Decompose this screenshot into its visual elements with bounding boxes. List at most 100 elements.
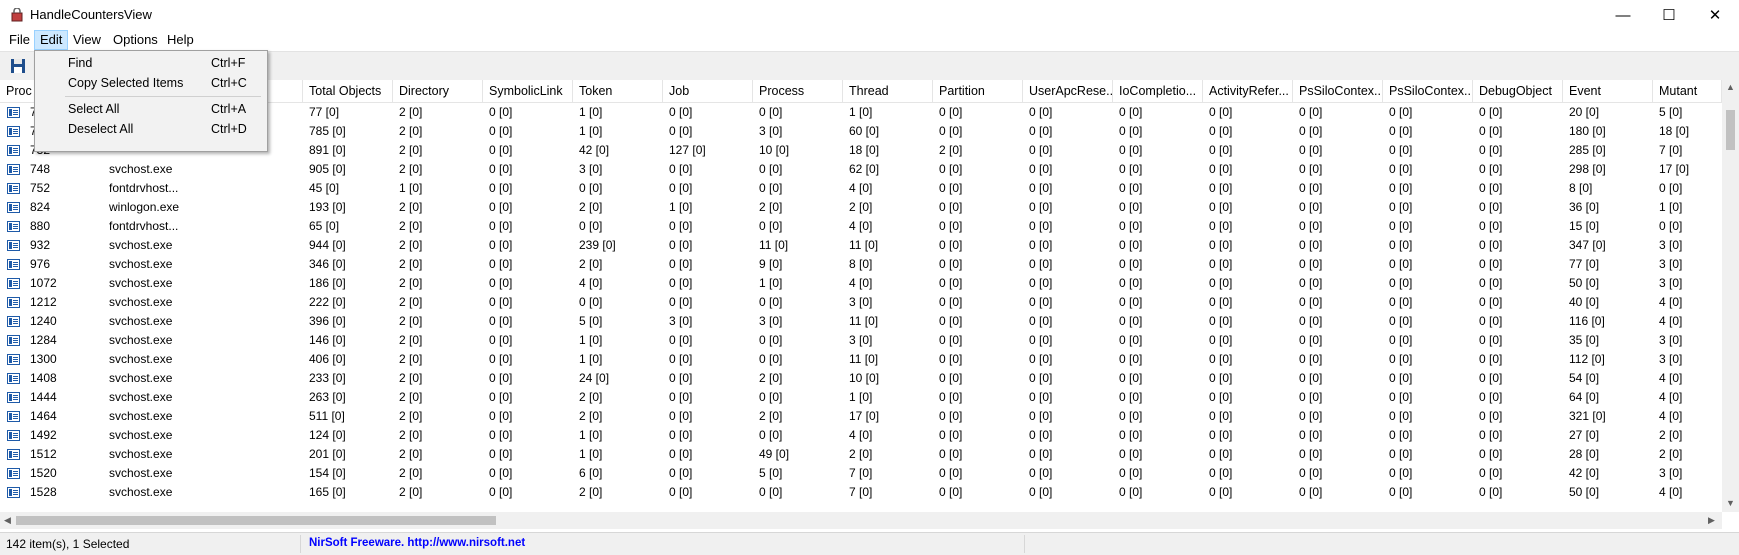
menu-view[interactable]: View xyxy=(68,31,106,49)
table-cell: 0 [0] xyxy=(489,409,513,423)
table-cell: 0 [0] xyxy=(1119,352,1143,366)
table-row[interactable]: 1300 svchost.exe 406 [0] 2 [0] 0 [0] 1 [0] 0 [… xyxy=(0,350,1722,369)
column-header[interactable]: ActivityRefer... xyxy=(1203,80,1293,102)
column-header[interactable]: Token xyxy=(573,80,663,102)
table-row[interactable]: 1512 svchost.exe 201 [0] 2 [0] 0 [0] 1 [0] 0 [… xyxy=(0,445,1722,464)
table-row[interactable]: 1072 svchost.exe 186 [0] 2 [0] 0 [0] 4 [0] 0 [… xyxy=(0,274,1722,293)
process-icon xyxy=(7,240,20,251)
table-cell: 944 [0] xyxy=(309,238,346,252)
table-cell: 116 [0] xyxy=(1569,314,1605,328)
table-row[interactable]: 1284 svchost.exe 146 [0] 2 [0] 0 [0] 1 [0] 0 [… xyxy=(0,331,1722,350)
table-cell: 2 [0] xyxy=(399,314,423,328)
table-row[interactable]: 1408 svchost.exe 233 [0] 2 [0] 0 [0] 24 [0] 0 … xyxy=(0,369,1722,388)
edit-menu-item[interactable]: Deselect All Ctrl+D xyxy=(35,119,265,139)
table-cell: 3 [0] xyxy=(579,162,603,176)
table-row[interactable]: 1464 svchost.exe 511 [0] 2 [0] 0 [0] 2 [0] 0 [… xyxy=(0,407,1722,426)
table-cell: 0 [0] xyxy=(759,428,783,442)
vertical-scroll-thumb[interactable] xyxy=(1726,110,1735,150)
column-header[interactable]: Directory xyxy=(393,80,483,102)
table-cell: 0 [0] xyxy=(669,295,693,309)
table-cell: 3 [0] xyxy=(1659,333,1683,347)
column-header[interactable]: Mutant xyxy=(1653,80,1722,102)
status-item-count: 142 item(s), 1 Selected xyxy=(6,537,130,551)
table-row[interactable]: 976 svchost.exe 346 [0] 2 [0] 0 [0] 2 [0] 0 [0… xyxy=(0,255,1722,274)
scroll-right-icon[interactable]: ▶ xyxy=(1708,515,1715,526)
save-icon[interactable] xyxy=(10,58,26,74)
table-cell: 0 [0] xyxy=(1299,409,1323,423)
table-cell: 0 [0] xyxy=(489,200,513,214)
table-row[interactable]: 1240 svchost.exe 396 [0] 2 [0] 0 [0] 5 [0] 3 [… xyxy=(0,312,1722,331)
edit-menu-dropdown: Find Ctrl+F Copy Selected Items Ctrl+C Selec… xyxy=(34,50,268,152)
edit-menu-item[interactable]: Find Ctrl+F xyxy=(35,53,265,73)
table-cell: 0 [0] xyxy=(1479,333,1503,347)
table-cell: 0 [0] xyxy=(489,181,513,195)
table-cell: 1072 xyxy=(30,276,57,290)
table-cell: 127 [0] xyxy=(669,143,706,157)
table-row[interactable]: 880 fontdrvhost... 65 [0] 2 [0] 0 [0] 0 [0] 0 … xyxy=(0,217,1722,236)
process-icon xyxy=(7,259,20,270)
table-cell: 4 [0] xyxy=(1659,485,1683,499)
table-cell: 880 xyxy=(30,219,51,233)
table-row[interactable]: 1492 svchost.exe 124 [0] 2 [0] 0 [0] 1 [0] 0 [… xyxy=(0,426,1722,445)
table-cell: 2 [0] xyxy=(579,257,603,271)
minimize-icon: — xyxy=(1615,6,1631,24)
menu-options[interactable]: Options xyxy=(108,31,163,49)
table-cell: 0 [0] xyxy=(1119,238,1143,252)
menu-help[interactable]: Help xyxy=(162,31,199,49)
column-header[interactable]: Event xyxy=(1563,80,1653,102)
maximize-button[interactable]: ☐ xyxy=(1646,0,1692,30)
table-cell: 54 [0] xyxy=(1569,371,1600,385)
menu-file[interactable]: File xyxy=(4,31,35,49)
edit-menu-item[interactable]: Select All Ctrl+A xyxy=(35,99,265,119)
column-header[interactable]: PsSiloContex... xyxy=(1293,80,1383,102)
table-cell: 2 [0] xyxy=(849,447,873,461)
table-row[interactable]: 752 fontdrvhost... 45 [0] 1 [0] 0 [0] 0 [0] 0 … xyxy=(0,179,1722,198)
table-row[interactable]: 932 svchost.exe 944 [0] 2 [0] 0 [0] 239 [0] 0 … xyxy=(0,236,1722,255)
table-cell: 5 [0] xyxy=(1659,105,1683,119)
column-header[interactable]: UserApcRese... xyxy=(1023,80,1113,102)
table-row[interactable]: 1520 svchost.exe 154 [0] 2 [0] 0 [0] 6 [0] 0 [… xyxy=(0,464,1722,483)
table-row[interactable]: 748 svchost.exe 905 [0] 2 [0] 0 [0] 3 [0] 0 [0… xyxy=(0,160,1722,179)
table-cell: 2 [0] xyxy=(399,219,423,233)
column-header[interactable]: Thread xyxy=(843,80,933,102)
table-cell: 0 [0] xyxy=(1389,409,1413,423)
column-header[interactable]: IoCompletio... xyxy=(1113,80,1203,102)
table-row[interactable]: 1528 svchost.exe 165 [0] 2 [0] 0 [0] 2 [0] 0 [… xyxy=(0,483,1722,502)
table-cell: 3 [0] xyxy=(759,124,783,138)
table-row[interactable]: 1444 svchost.exe 263 [0] 2 [0] 0 [0] 2 [0] 0 [… xyxy=(0,388,1722,407)
edit-menu-item[interactable]: Copy Selected Items Ctrl+C xyxy=(35,73,265,93)
menu-edit[interactable]: Edit xyxy=(34,30,69,50)
table-cell: 0 [0] xyxy=(1299,200,1323,214)
scroll-left-icon[interactable]: ◀ xyxy=(4,515,11,526)
table-cell: 0 [0] xyxy=(1389,390,1413,404)
close-button[interactable]: ✕ xyxy=(1692,0,1738,30)
column-header[interactable]: PsSiloContex... xyxy=(1383,80,1473,102)
table-cell: svchost.exe xyxy=(109,390,173,404)
column-header[interactable]: Partition xyxy=(933,80,1023,102)
scroll-down-icon[interactable]: ▼ xyxy=(1726,498,1735,508)
table-cell: 193 [0] xyxy=(309,200,346,214)
table-cell: 1 [0] xyxy=(759,276,783,290)
table-cell: 396 [0] xyxy=(309,314,346,328)
table-cell: 0 [0] xyxy=(939,200,963,214)
column-header[interactable]: Total Objects xyxy=(303,80,393,102)
table-cell: 785 [0] xyxy=(309,124,346,138)
table-cell: 42 [0] xyxy=(1569,466,1600,480)
table-cell: 2 [0] xyxy=(399,124,423,138)
table-cell: 0 [0] xyxy=(579,219,603,233)
table-row[interactable]: 824 winlogon.exe 193 [0] 2 [0] 0 [0] 2 [0] 1 [… xyxy=(0,198,1722,217)
minimize-button[interactable]: — xyxy=(1600,0,1646,30)
horizontal-scroll-thumb[interactable] xyxy=(16,516,496,525)
vertical-scrollbar[interactable]: ▲ ▼ xyxy=(1722,80,1739,512)
column-header[interactable]: Job xyxy=(663,80,753,102)
column-header[interactable]: SymbolicLink xyxy=(483,80,573,102)
table-cell: 0 [0] xyxy=(1029,466,1053,480)
table-row[interactable]: 1212 svchost.exe 222 [0] 2 [0] 0 [0] 0 [0] 0 [… xyxy=(0,293,1722,312)
scroll-up-icon[interactable]: ▲ xyxy=(1726,82,1735,92)
table-cell: 0 [0] xyxy=(1029,200,1053,214)
horizontal-scrollbar[interactable]: ◀ ▶ xyxy=(0,512,1722,529)
column-header[interactable]: DebugObject xyxy=(1473,80,1563,102)
nirsoft-link[interactable]: NirSoft Freeware. http://www.nirsoft.net xyxy=(309,537,525,549)
column-header[interactable]: Process xyxy=(753,80,843,102)
table-cell: 0 [0] xyxy=(939,314,963,328)
